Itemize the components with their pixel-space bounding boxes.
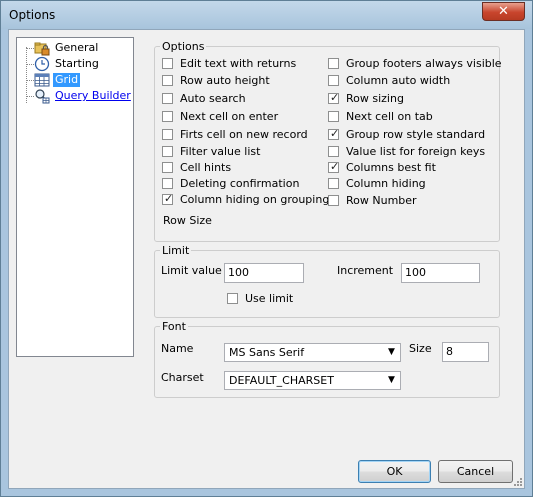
checkbox-label: Row auto height <box>180 74 270 87</box>
tree-connector <box>26 96 34 97</box>
checkbox-label: Cell hints <box>180 161 232 174</box>
tree-item-label: Grid <box>53 73 81 87</box>
checkbox-label: Column hiding on grouping <box>180 193 330 206</box>
checkbox-box[interactable] <box>162 146 173 157</box>
cancel-button-label: Cancel <box>456 465 495 478</box>
chevron-down-icon[interactable]: ▼ <box>384 373 399 388</box>
tree-item-label: Starting <box>55 57 99 70</box>
checkbox-label: Group row style standard <box>346 128 486 141</box>
check-mark-icon: ✓ <box>330 127 340 140</box>
ok-button[interactable]: OK <box>358 460 431 483</box>
checkbox-box[interactable] <box>328 195 339 206</box>
checkbox-box[interactable] <box>162 178 173 189</box>
font-size-label: Size <box>409 342 432 355</box>
tree-connector <box>26 64 34 65</box>
tree-connector <box>26 48 34 49</box>
checkbox-label: Auto search <box>180 92 246 105</box>
checkbox-box[interactable] <box>162 93 173 104</box>
row-size-label: Row Size <box>163 214 212 227</box>
increment-label: Increment <box>337 264 394 277</box>
options-dialog: Options ✕ General Starting Grid Query Bu… <box>0 0 533 497</box>
title-bar[interactable]: Options ✕ <box>1 1 532 29</box>
checkbox-box[interactable] <box>328 58 339 69</box>
charset-label: Charset <box>161 371 204 384</box>
checkbox-box[interactable] <box>227 293 238 304</box>
checkbox-box[interactable] <box>162 111 173 122</box>
options-group-legend: Options <box>162 40 205 53</box>
checkbox-box[interactable]: ✓ <box>328 91 340 104</box>
font-group-legend: Font <box>162 320 186 333</box>
options-group: Options <box>154 40 500 242</box>
checkbox-label: Column auto width <box>346 74 451 87</box>
checkbox-label: Deleting confirmation <box>180 177 300 190</box>
check-mark-icon: ✓ <box>330 160 340 173</box>
dialog-client-area: General Starting Grid Query Builder Opti… <box>8 29 525 489</box>
close-button[interactable]: ✕ <box>482 2 525 21</box>
tree-item-label: General <box>55 41 99 54</box>
limit-value-input[interactable]: 100 <box>224 263 304 283</box>
checkbox-label: Group footers always visible <box>346 57 502 70</box>
checkbox-label: Next cell on tab <box>346 110 433 123</box>
checkbox-box[interactable]: ✓ <box>162 192 174 205</box>
clock-icon <box>34 56 50 72</box>
checkbox-box[interactable] <box>162 162 173 173</box>
checkbox-label: Columns best fit <box>346 161 436 174</box>
window-title: Options <box>9 8 56 22</box>
font-name-value: MS Sans Serif <box>229 346 305 359</box>
limit-value-label: Limit value <box>161 264 222 277</box>
query-builder-icon <box>35 89 50 104</box>
check-mark-icon: ✓ <box>330 91 340 104</box>
check-mark-icon: ✓ <box>164 192 174 205</box>
charset-value: DEFAULT_CHARSET <box>229 374 334 387</box>
limit-group-legend: Limit <box>162 244 190 257</box>
options-tree: General Starting Grid Query Builder <box>16 37 134 357</box>
chevron-down-icon[interactable]: ▼ <box>384 345 399 360</box>
tree-connector-line <box>26 47 27 103</box>
checkbox-box[interactable] <box>328 75 339 86</box>
resize-grip-icon[interactable] <box>513 477 523 487</box>
checkbox-label: Firts cell on new record <box>180 128 308 141</box>
checkbox-box[interactable] <box>328 146 339 157</box>
font-name-select[interactable]: MS Sans Serif ▼ <box>224 343 401 362</box>
checkbox-box[interactable] <box>328 111 339 122</box>
increment-input[interactable]: 100 <box>401 263 480 283</box>
grid-icon <box>34 73 50 87</box>
ok-button-label: OK <box>386 465 403 478</box>
checkbox-label: Row Number <box>346 194 417 207</box>
checkbox-label: Filter value list <box>180 145 261 158</box>
checkbox-label: Row sizing <box>346 92 404 105</box>
tree-connector <box>26 80 34 81</box>
checkbox-label: Edit text with returns <box>180 57 297 70</box>
font-size-input[interactable]: 8 <box>442 342 489 362</box>
checkbox-box[interactable] <box>162 75 173 86</box>
checkbox-box[interactable]: ✓ <box>328 127 340 140</box>
checkbox-box[interactable] <box>162 58 173 69</box>
checkbox-box[interactable]: ✓ <box>328 160 340 173</box>
font-name-label: Name <box>161 342 194 355</box>
cancel-button[interactable]: Cancel <box>438 460 513 483</box>
charset-select[interactable]: DEFAULT_CHARSET ▼ <box>224 371 401 390</box>
tree-item-label: Query Builder <box>55 89 131 102</box>
checkbox-box[interactable] <box>328 178 339 189</box>
checkbox-label: Column hiding <box>346 177 426 190</box>
checkbox-label: Next cell on enter <box>180 110 279 123</box>
checkbox-box[interactable] <box>162 129 173 140</box>
checkbox-label: Use limit <box>245 292 294 305</box>
folder-lock-icon <box>34 42 50 56</box>
checkbox-label: Value list for foreign keys <box>346 145 486 158</box>
